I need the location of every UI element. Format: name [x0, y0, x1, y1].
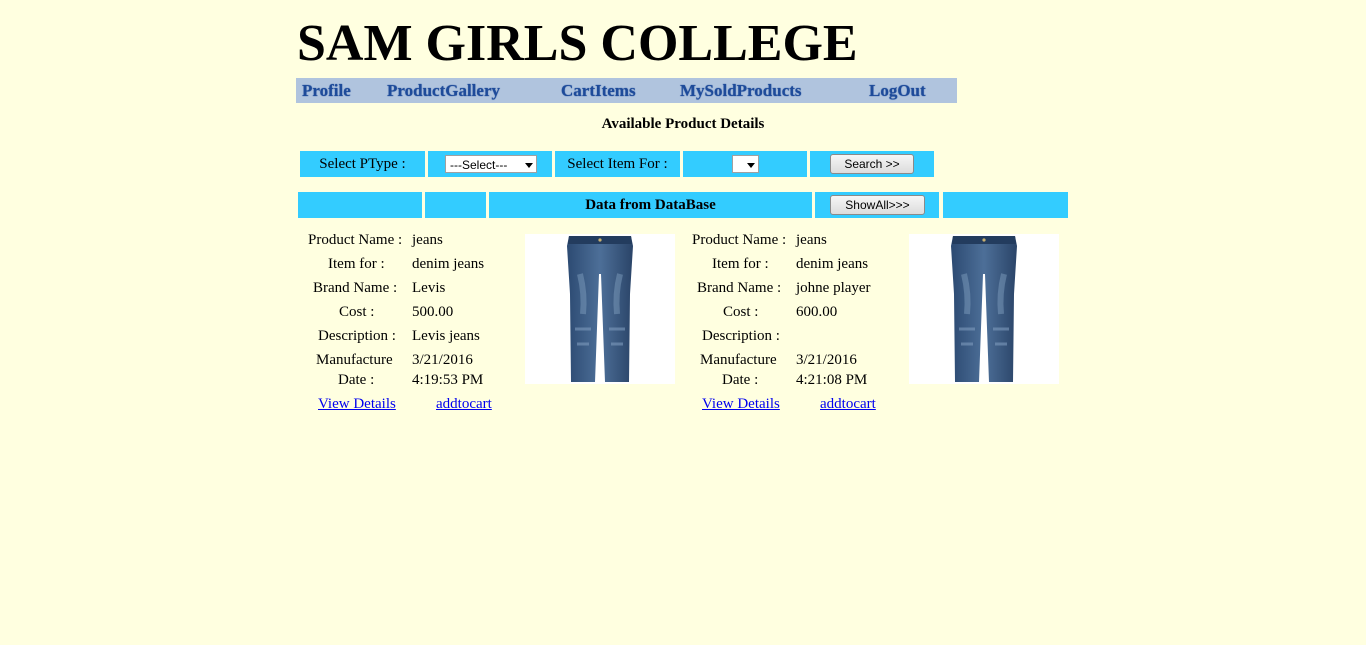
- navbar: Profile ProductGallery CartItems MySoldP…: [296, 78, 957, 103]
- product-name-value: jeans: [412, 232, 443, 248]
- site-title: SAM GIRLS COLLEGE: [297, 15, 858, 72]
- brand-name-label: Brand Name :: [697, 280, 782, 296]
- ptype-cell: ---Select---: [428, 151, 552, 177]
- item-for-value: denim jeans: [796, 256, 869, 272]
- brand-name-value: Levis: [412, 280, 446, 296]
- data-header-cell: [425, 192, 486, 218]
- item-for-label: Item for :: [328, 256, 385, 272]
- cost-value: 500.00: [412, 304, 454, 320]
- product-card: Product Name : jeans Item for : denim je…: [300, 228, 680, 418]
- manufacture-label: Manufacture: [316, 352, 393, 368]
- manufacture-label: Manufacture: [700, 352, 777, 368]
- manufacture-date-value: 3/21/2016: [796, 352, 857, 368]
- description-value: Levis jeans: [412, 328, 480, 344]
- itemfor-label: Select Item For :: [555, 151, 680, 177]
- nav-logout[interactable]: LogOut: [869, 81, 926, 101]
- search-cell: Search >>: [810, 151, 934, 177]
- jeans-image-icon: [951, 236, 1017, 382]
- item-for-value: denim jeans: [412, 256, 485, 272]
- product-name-label: Product Name :: [308, 232, 403, 248]
- product-card: Product Name : jeans Item for : denim je…: [684, 228, 1064, 418]
- cost-value: 600.00: [796, 304, 838, 320]
- cost-label: Cost :: [339, 304, 375, 320]
- description-label: Description :: [702, 328, 780, 344]
- add-to-cart-link[interactable]: addtocart: [436, 394, 492, 414]
- jeans-image-icon: [567, 236, 633, 382]
- manufacture-date-value: 3/21/2016: [412, 352, 473, 368]
- chevron-down-icon: [525, 163, 533, 168]
- chevron-down-icon: [747, 163, 755, 168]
- nav-cart-items[interactable]: CartItems: [561, 81, 636, 101]
- page: SAM GIRLS COLLEGE Profile ProductGallery…: [0, 0, 1366, 645]
- product-name-value: jeans: [796, 232, 827, 248]
- product-image[interactable]: [909, 234, 1059, 384]
- item-for-label: Item for :: [712, 256, 769, 272]
- view-details-link[interactable]: View Details: [702, 394, 780, 414]
- nav-profile[interactable]: Profile: [302, 81, 351, 101]
- manufacture-time-value: 4:19:53 PM: [412, 372, 484, 388]
- manufacture-time-value: 4:21:08 PM: [796, 372, 868, 388]
- itemfor-cell: [683, 151, 807, 177]
- description-label: Description :: [318, 328, 396, 344]
- add-to-cart-link[interactable]: addtocart: [820, 394, 876, 414]
- data-header-title: Data from DataBase: [489, 192, 812, 218]
- brand-name-value: johne player: [796, 280, 871, 296]
- itemfor-select[interactable]: [732, 155, 759, 173]
- data-header-cell: [298, 192, 422, 218]
- showall-button[interactable]: ShowAll>>>: [830, 195, 925, 215]
- section-heading: Available Product Details: [601, 116, 765, 132]
- ptype-select-value: ---Select---: [450, 158, 508, 172]
- nav-product-gallery[interactable]: ProductGallery: [387, 81, 500, 101]
- cost-label: Cost :: [723, 304, 759, 320]
- data-header-cell: [943, 192, 1068, 218]
- manufacture-date-label: Date :: [338, 372, 375, 388]
- ptype-select[interactable]: ---Select---: [445, 155, 537, 173]
- showall-cell: ShowAll>>>: [815, 192, 939, 218]
- product-image[interactable]: [525, 234, 675, 384]
- brand-name-label: Brand Name :: [313, 280, 398, 296]
- search-button[interactable]: Search >>: [830, 154, 914, 174]
- nav-my-sold-products[interactable]: MySoldProducts: [680, 81, 802, 101]
- manufacture-date-label: Date :: [722, 372, 759, 388]
- product-name-label: Product Name :: [692, 232, 787, 248]
- view-details-link[interactable]: View Details: [318, 394, 396, 414]
- ptype-label: Select PType :: [300, 151, 425, 177]
